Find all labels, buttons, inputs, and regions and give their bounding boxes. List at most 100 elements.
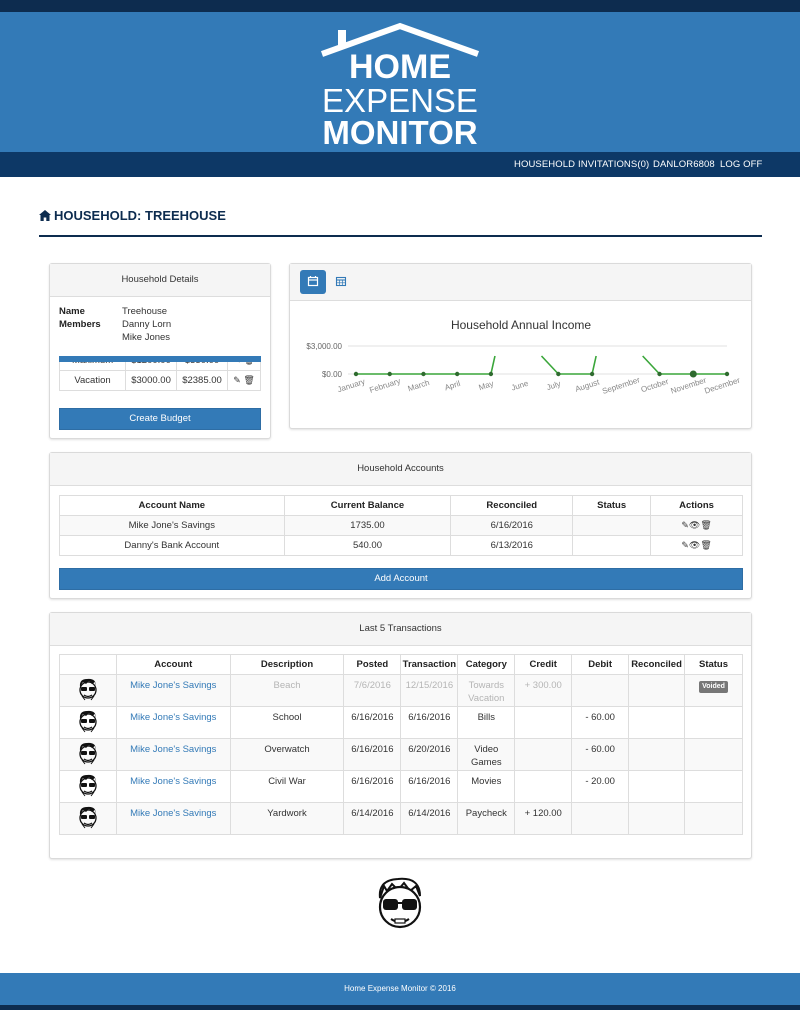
col-posted[interactable]: Posted — [343, 654, 402, 675]
tx-date: 12/15/2016 — [400, 674, 459, 707]
edit-icon[interactable]: ✎ — [233, 375, 241, 385]
eye-icon[interactable]: 👁 — [689, 520, 700, 530]
col-category[interactable]: Category — [457, 654, 516, 675]
col-reconciled[interactable]: Reconciled — [450, 495, 574, 516]
income-line-chart: $3,000.00 $0.00January February March April M… — [306, 342, 741, 396]
col-credit[interactable]: Credit — [514, 654, 573, 675]
avatar — [59, 802, 117, 835]
series-line-segment — [642, 355, 661, 375]
col-account-name[interactable]: Account Name — [59, 495, 285, 516]
x-tick-label: January — [336, 377, 366, 394]
col-account[interactable]: Account — [115, 654, 231, 675]
budget-row: Vacation $3000.00 $2385.00 ✎ 🗑 — [59, 370, 261, 391]
accounts-table: Account Name Current Balance Reconciled … — [59, 495, 743, 556]
table-row: Mike Jone's Savings Yardwork 6/14/2016 6… — [59, 802, 743, 835]
tx-category: Bills — [457, 706, 516, 739]
nav-logoff[interactable]: LOG OFF — [720, 159, 762, 170]
create-budget-button[interactable]: Create Budget — [59, 408, 261, 430]
series-point — [556, 371, 561, 377]
home-expense-monitor-logo[interactable]: HOME EXPENSE MONITOR — [318, 20, 482, 148]
x-tick-label: August — [574, 377, 601, 393]
tx-credit: + 120.00 — [514, 802, 573, 835]
tx-debit: - 20.00 — [571, 770, 630, 803]
x-tick-label: September — [601, 375, 641, 396]
tx-account-link[interactable]: Mike Jone's Savings — [115, 674, 231, 707]
x-tick-label: March — [407, 378, 431, 393]
tx-category: Video Games — [457, 738, 516, 771]
account-reconciled: 6/16/2016 — [450, 515, 574, 536]
col-debit[interactable]: Debit — [571, 654, 630, 675]
edit-icon[interactable]: ✎ — [681, 520, 689, 530]
site-header: HOME EXPENSE MONITOR — [0, 12, 800, 152]
budget-spent: $2385.00 — [176, 370, 228, 391]
col-status[interactable]: Status — [684, 654, 743, 675]
col-status[interactable]: Status — [572, 495, 652, 516]
tx-description: Civil War — [229, 770, 345, 803]
tx-posted: 6/14/2016 — [343, 802, 402, 835]
x-tick-label: December — [703, 376, 741, 396]
account-name: Mike Jone's Savings — [59, 515, 285, 536]
tx-date: 6/14/2016 — [400, 802, 459, 835]
edit-icon[interactable]: ✎ — [681, 540, 689, 550]
tx-account-link[interactable]: Mike Jone's Savings — [115, 770, 231, 803]
tx-posted: 6/16/2016 — [343, 770, 402, 803]
tx-description: Beach — [229, 674, 345, 707]
tx-status — [684, 738, 743, 771]
household-name-value: Treehouse — [122, 306, 168, 317]
col-description[interactable]: Description — [229, 654, 345, 675]
x-tick-label: May — [478, 379, 495, 392]
trash-icon[interactable]: 🗑 — [243, 375, 254, 385]
add-account-button[interactable]: Add Account — [59, 568, 743, 590]
budget-list: Maximum $1200.00 $350.00 ✎ 🗑 Vacation $3… — [59, 356, 261, 396]
tx-posted: 7/6/2016 — [343, 674, 402, 707]
user-avatar-large — [378, 877, 422, 929]
tx-reconciled — [628, 802, 686, 835]
x-tick-label: October — [640, 377, 670, 394]
nav-household[interactable]: HOUSEHOLD — [514, 159, 575, 170]
trash-icon[interactable]: 🗑 — [700, 520, 711, 530]
calendar-grid-icon — [335, 276, 347, 287]
tx-debit — [571, 674, 630, 707]
page-title-text: HOUSEHOLD: TREEHOUSE — [54, 208, 226, 223]
tx-category: Towards Vacation — [457, 674, 516, 707]
logo-line-monitor: MONITOR — [322, 114, 477, 148]
nav-user[interactable]: DANLOR6808 — [653, 159, 715, 170]
tx-reconciled — [628, 770, 686, 803]
col-transaction[interactable]: Transaction — [400, 654, 459, 675]
footer-copyright: Home Expense Monitor © 2016 — [344, 984, 456, 993]
col-current-balance[interactable]: Current Balance — [283, 495, 452, 516]
budget-name: Vacation — [59, 370, 127, 391]
col-reconciled[interactable]: Reconciled — [628, 654, 686, 675]
members-label: Members — [59, 319, 101, 330]
tx-account-link[interactable]: Mike Jone's Savings — [115, 706, 231, 739]
nav-invitations[interactable]: INVITATIONS(0) — [578, 159, 649, 170]
tx-reconciled — [628, 706, 686, 739]
account-actions: ✎👁🗑 — [650, 515, 743, 536]
eye-icon[interactable]: 👁 — [689, 540, 700, 550]
avatar — [59, 770, 117, 803]
tx-description: School — [229, 706, 345, 739]
series-point — [353, 371, 359, 377]
series-point — [421, 371, 426, 377]
series-point — [724, 371, 730, 377]
tx-account-link[interactable]: Mike Jone's Savings — [115, 802, 231, 835]
trash-icon[interactable]: 🗑 — [700, 540, 711, 550]
avatar — [59, 706, 117, 739]
voided-badge: Voided — [699, 681, 728, 693]
col-avatar — [59, 654, 117, 675]
tx-category: Paycheck — [457, 802, 516, 835]
series-line-segment — [540, 355, 559, 375]
series-point — [454, 371, 460, 377]
tx-account-link[interactable]: Mike Jone's Savings — [115, 738, 231, 771]
series-point — [589, 371, 595, 377]
tx-status — [684, 706, 743, 739]
account-status — [572, 535, 652, 556]
tab-annual-income[interactable] — [300, 270, 326, 294]
member-item: Mike Jones — [122, 332, 171, 343]
x-tick-label: February — [368, 376, 401, 394]
tab-monthly[interactable] — [328, 270, 354, 294]
tx-debit: - 60.00 — [571, 738, 630, 771]
transactions-heading: Last 5 Transactions — [50, 613, 751, 646]
main-navbar: HOUSEHOLD INVITATIONS(0) DANLOR6808 LOG … — [0, 152, 800, 177]
tx-posted: 6/16/2016 — [343, 738, 402, 771]
